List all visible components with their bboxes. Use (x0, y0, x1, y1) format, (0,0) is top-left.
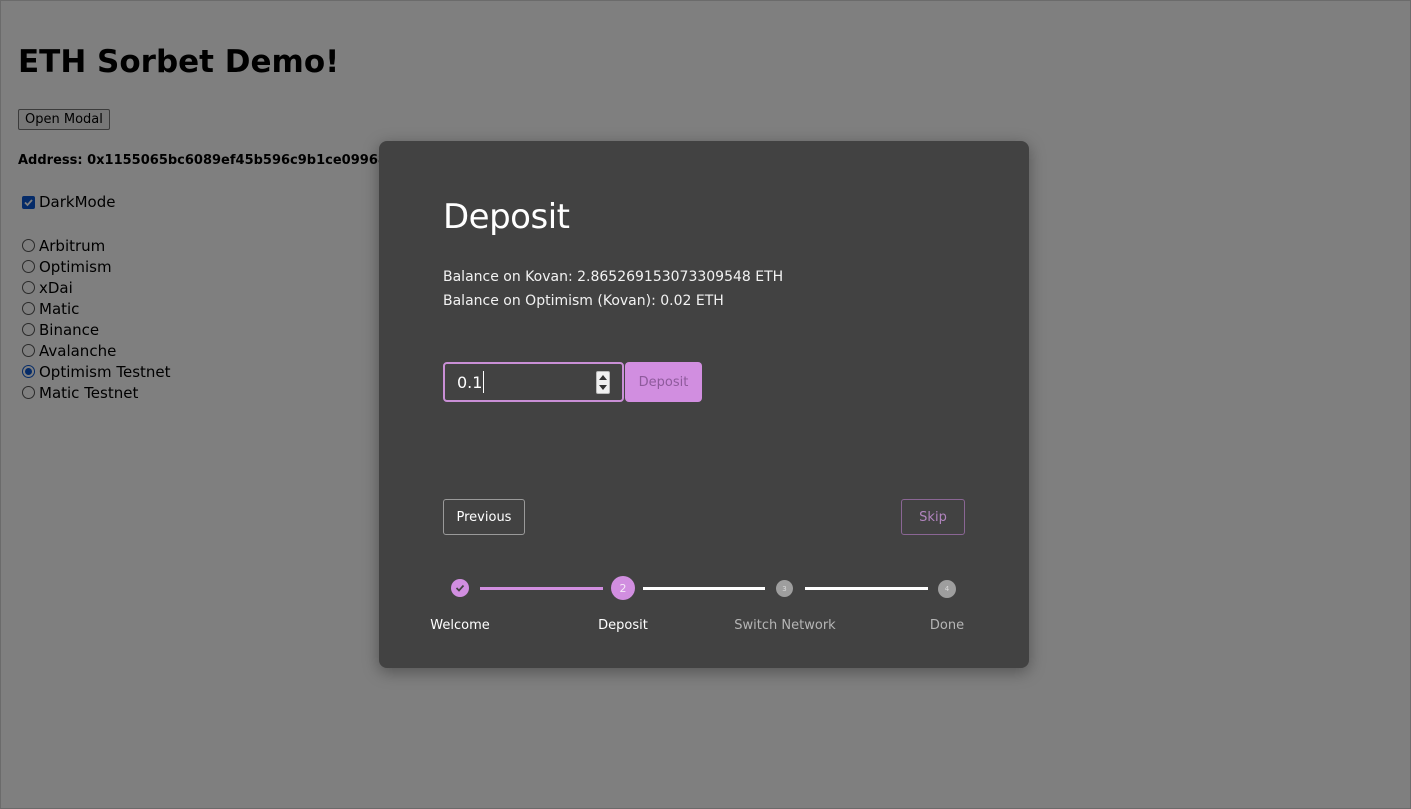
step-connector (480, 587, 603, 590)
deposit-amount-input[interactable]: 0.1 (443, 362, 624, 402)
step-number: 2 (619, 581, 627, 595)
balance-kovan: Balance on Kovan: 2.865269153073309548 E… (443, 269, 784, 285)
step-switch-network-circle: 3 (776, 580, 793, 597)
deposit-button[interactable]: Deposit (625, 362, 702, 402)
spinner-down-icon[interactable] (599, 385, 607, 391)
amount-value: 0.1 (457, 372, 483, 392)
balance-optimism: Balance on Optimism (Kovan): 0.02 ETH (443, 293, 724, 309)
step-connector (805, 587, 928, 590)
step-label-done: Done (929, 618, 965, 633)
modal-title: Deposit (443, 197, 570, 237)
step-number: 3 (782, 584, 787, 593)
step-connector (643, 587, 765, 590)
deposit-modal: Deposit Balance on Kovan: 2.865269153073… (379, 141, 1029, 668)
step-label-welcome: Welcome (430, 618, 490, 633)
skip-button[interactable]: Skip (901, 499, 965, 535)
step-deposit-circle: 2 (611, 576, 635, 600)
spinner-up-icon[interactable] (599, 374, 607, 380)
previous-button[interactable]: Previous (443, 499, 525, 535)
step-welcome-circle (451, 579, 469, 597)
text-caret (483, 371, 485, 393)
number-spinner[interactable] (596, 371, 610, 394)
step-done-circle: 4 (938, 580, 956, 598)
check-icon (455, 584, 465, 592)
step-label-deposit: Deposit (598, 618, 648, 633)
step-label-switch-network: Switch Network (734, 618, 836, 633)
step-number: 4 (944, 585, 950, 593)
